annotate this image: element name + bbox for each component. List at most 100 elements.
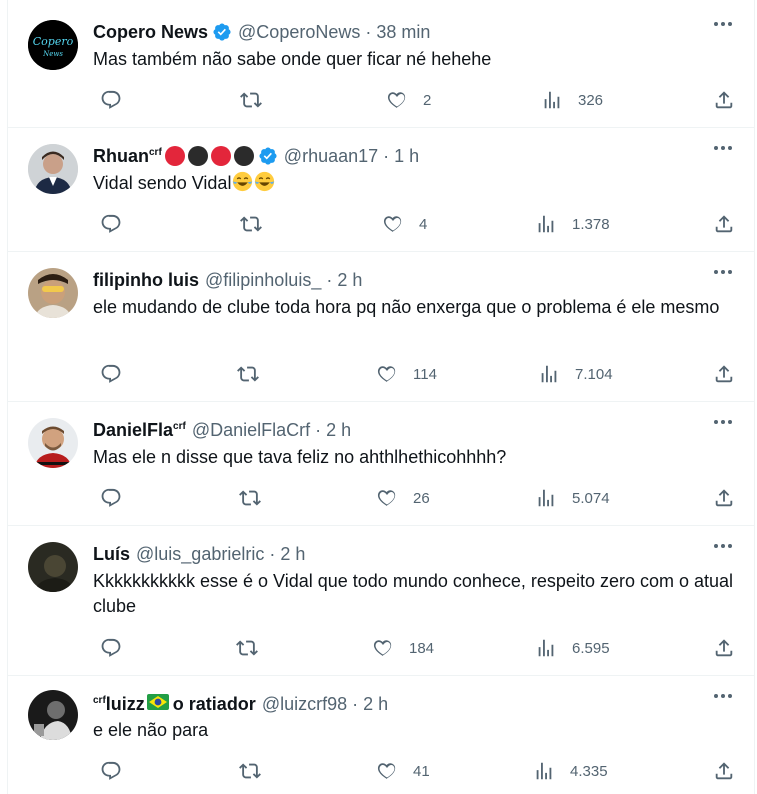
like-count: 2 [423,91,432,109]
handle[interactable]: @CoperoNews [238,22,360,43]
share-button[interactable] [713,487,735,509]
handle[interactable]: @luis_gabrielric [136,544,264,565]
share-button[interactable] [713,89,735,111]
reply-button[interactable] [100,89,122,111]
tweet[interactable]: crfluizz o ratiador @luizcrf98 · 2 h e el… [8,676,754,794]
tweet[interactable]: filipinho luis @filipinholuis_ · 2 h ele… [8,252,754,402]
more-options-icon[interactable] [714,694,732,698]
retweet-button[interactable] [239,760,261,782]
person-avatar-icon [28,144,78,194]
display-name[interactable]: crfluizz o ratiador [93,693,256,715]
display-name[interactable]: DanielFlacrf [93,420,186,441]
handle[interactable]: @luizcrf98 [262,694,347,715]
retweet-button[interactable] [237,363,259,385]
share-icon [715,489,733,507]
avatar[interactable] [28,690,78,740]
share-button[interactable] [713,637,735,659]
display-name[interactable]: filipinho luis [93,270,199,291]
display-name-text: DanielFla [93,419,174,440]
avatar[interactable] [28,144,78,194]
retweet-button[interactable] [236,637,258,659]
avatar[interactable]: Copero News [28,20,78,70]
like-count: 41 [413,762,430,780]
avatar[interactable] [28,268,78,318]
timestamp[interactable]: 1 h [394,146,419,167]
reply-button[interactable] [100,487,122,509]
more-options-icon[interactable] [714,544,732,548]
reply-button[interactable] [100,363,122,385]
face-with-tears-of-joy-icon [232,171,253,192]
tweet-header: Copero News @CoperoNews · 38 min [93,20,734,44]
retweet-button[interactable] [240,89,262,111]
timestamp[interactable]: 2 h [326,420,351,441]
views-chart-icon [536,762,552,780]
views-button[interactable]: 326 [541,89,603,111]
more-options-icon[interactable] [714,270,732,274]
like-button[interactable]: 114 [376,363,437,385]
reply-icon [101,90,121,109]
views-button[interactable]: 4.335 [533,760,608,782]
views-chart-icon [541,365,557,383]
share-button[interactable] [713,760,735,782]
views-button[interactable]: 5.074 [535,487,610,509]
like-button[interactable]: 4 [382,213,427,235]
handle[interactable]: @rhuaan17 [284,146,378,167]
tweet[interactable]: Copero News Copero News @CoperoNews · 38… [8,0,754,128]
display-name[interactable]: Copero News [93,22,208,43]
like-button[interactable]: 2 [386,89,431,111]
display-name[interactable]: Luís [93,544,130,565]
tweet[interactable]: Rhuancrf @rhuaan17 · 1 h Vidal sendo Vid… [8,128,754,252]
heart-icon [373,640,392,657]
display-name[interactable]: Rhuancrf [93,146,162,167]
avatar-logo-subtext: News [42,50,63,58]
share-button[interactable] [713,213,735,235]
heart-icon [377,763,396,780]
more-options-icon[interactable] [714,146,732,150]
avatar[interactable] [28,418,78,468]
views-button[interactable]: 7.104 [538,363,613,385]
reply-icon [101,638,121,657]
handle[interactable]: @DanielFlaCrf [192,420,310,441]
handle[interactable]: @filipinholuis_ [205,270,321,291]
red-circle-icon [210,146,231,166]
share-button[interactable] [713,363,735,385]
views-button[interactable]: 6.595 [535,637,610,659]
avatar[interactable] [28,542,78,592]
timestamp[interactable]: 2 h [337,270,362,291]
retweet-icon [239,490,261,506]
verified-badge-icon [258,146,278,166]
like-count: 114 [413,365,437,383]
separator-dot: · [326,269,333,290]
person-avatar-icon [28,268,78,318]
like-button[interactable]: 26 [376,487,430,509]
views-chart-icon [538,215,554,233]
timestamp[interactable]: 38 min [376,22,430,43]
more-options-icon[interactable] [714,420,732,424]
timestamp[interactable]: 2 h [280,544,305,565]
views-chart-icon [538,639,554,657]
black-circle-icon [233,146,254,166]
like-button[interactable]: 41 [376,760,430,782]
views-count: 326 [578,91,604,109]
share-icon [715,639,733,657]
retweet-button[interactable] [240,213,262,235]
heart-icon [377,490,396,507]
like-button[interactable]: 184 [372,637,434,659]
reply-button[interactable] [100,213,122,235]
tweet[interactable]: DanielFlacrf @DanielFlaCrf · 2 h Mas ele… [8,402,754,526]
tweet-text-content: Vidal sendo Vidal [93,173,232,193]
views-count: 6.595 [572,639,610,657]
tweet-text: Kkkkkkkkkkk esse é o Vidal que todo mund… [93,571,734,616]
reply-button[interactable] [100,760,122,782]
heart-icon [387,92,406,109]
timestamp[interactable]: 2 h [363,694,388,715]
separator-dot: · [365,21,372,42]
reply-button[interactable] [100,637,122,659]
separator-dot: · [383,145,390,166]
tweet-actions: 2 326 [100,89,734,111]
tweet[interactable]: Luís @luis_gabrielric · 2 h Kkkkkkkkkkk … [8,526,754,676]
retweet-button[interactable] [239,487,261,509]
more-options-icon[interactable] [714,22,732,26]
separator-dot: · [269,543,276,564]
views-button[interactable]: 1.378 [535,213,610,235]
